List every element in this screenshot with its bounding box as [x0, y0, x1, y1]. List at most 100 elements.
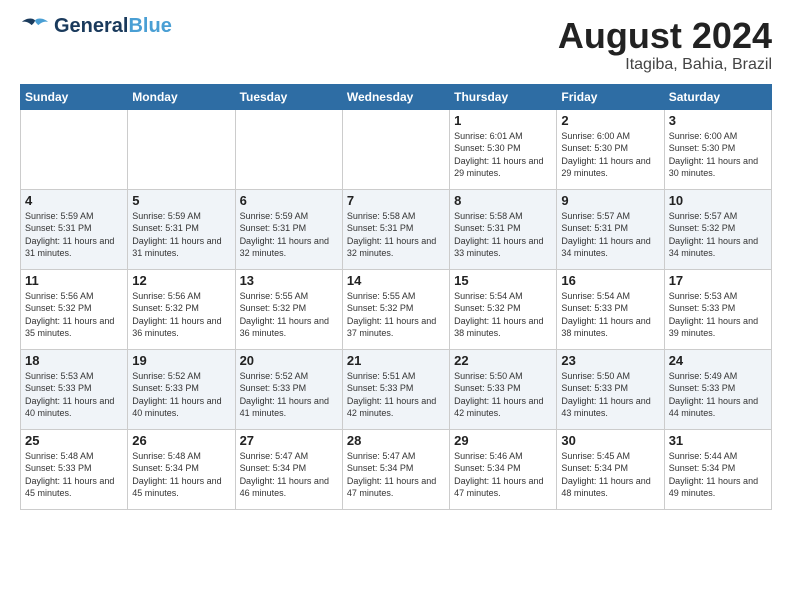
day-info: Sunrise: 5:48 AM Sunset: 5:33 PM Dayligh…: [25, 450, 123, 500]
day-number: 11: [25, 273, 123, 288]
day-number: 10: [669, 193, 767, 208]
day-number: 5: [132, 193, 230, 208]
table-row: 27Sunrise: 5:47 AM Sunset: 5:34 PM Dayli…: [235, 429, 342, 509]
day-info: Sunrise: 5:58 AM Sunset: 5:31 PM Dayligh…: [347, 210, 445, 260]
table-row: 7Sunrise: 5:58 AM Sunset: 5:31 PM Daylig…: [342, 189, 449, 269]
logo-text: GeneralBlue: [54, 16, 172, 36]
table-row: 20 Sunrise: 5:52 AM Sunset: 5:33 PM Dayli…: [235, 349, 342, 429]
day-info: Sunrise: 5:44 AM Sunset: 5:34 PM Dayligh…: [669, 450, 767, 500]
day-info: Sunrise: 6:00 AM Sunset: 5:30 PM Dayligh…: [669, 130, 767, 180]
day-info: Sunrise: 6:01 AM Sunset: 5:30 PM Dayligh…: [454, 130, 552, 180]
page: GeneralBlue August 2024 Itagiba, Bahia, …: [0, 0, 792, 612]
day-number: 17: [669, 273, 767, 288]
day-number: 30: [561, 433, 659, 448]
table-row: 13Sunrise: 5:55 AM Sunset: 5:32 PM Dayli…: [235, 269, 342, 349]
day-info: Sunrise: 5:47 AM Sunset: 5:34 PM Dayligh…: [347, 450, 445, 500]
table-row: 24 Sunrise: 5:49 AM Sunset: 5:33 PM Dayli…: [664, 349, 771, 429]
table-row: 6 Sunrise: 5:59 AM Sunset: 5:31 PM Daylig…: [235, 189, 342, 269]
day-info: Sunrise: 5:52 AM Sunset: 5:33 PM Dayligh…: [240, 370, 338, 420]
table-row: 30Sunrise: 5:45 AM Sunset: 5:34 PM Dayli…: [557, 429, 664, 509]
calendar-week-row: 11 Sunrise: 5:56 AM Sunset: 5:32 PM Dayli…: [21, 269, 772, 349]
day-info: Sunrise: 5:48 AM Sunset: 5:34 PM Dayligh…: [132, 450, 230, 500]
table-row: 9 Sunrise: 5:57 AM Sunset: 5:31 PM Daylig…: [557, 189, 664, 269]
day-info: Sunrise: 5:51 AM Sunset: 5:33 PM Dayligh…: [347, 370, 445, 420]
day-number: 29: [454, 433, 552, 448]
day-info: Sunrise: 5:57 AM Sunset: 5:31 PM Dayligh…: [561, 210, 659, 260]
day-number: 18: [25, 353, 123, 368]
calendar-week-row: 25 Sunrise: 5:48 AM Sunset: 5:33 PM Dayli…: [21, 429, 772, 509]
day-number: 31: [669, 433, 767, 448]
calendar-header-row: Sunday Monday Tuesday Wednesday Thursday…: [21, 84, 772, 109]
table-row: [21, 109, 128, 189]
day-info: Sunrise: 5:50 AM Sunset: 5:33 PM Dayligh…: [561, 370, 659, 420]
table-row: 28 Sunrise: 5:47 AM Sunset: 5:34 PM Dayli…: [342, 429, 449, 509]
day-number: 9: [561, 193, 659, 208]
calendar-week-row: 18 Sunrise: 5:53 AM Sunset: 5:33 PM Dayli…: [21, 349, 772, 429]
table-row: [235, 109, 342, 189]
col-thursday: Thursday: [450, 84, 557, 109]
table-row: [128, 109, 235, 189]
table-row: 1 Sunrise: 6:01 AM Sunset: 5:30 PM Daylig…: [450, 109, 557, 189]
table-row: 25 Sunrise: 5:48 AM Sunset: 5:33 PM Dayli…: [21, 429, 128, 509]
table-row: 31 Sunrise: 5:44 AM Sunset: 5:34 PM Dayli…: [664, 429, 771, 509]
table-row: 3Sunrise: 6:00 AM Sunset: 5:30 PM Daylig…: [664, 109, 771, 189]
table-row: 8 Sunrise: 5:58 AM Sunset: 5:31 PM Daylig…: [450, 189, 557, 269]
table-row: [342, 109, 449, 189]
table-row: 16Sunrise: 5:54 AM Sunset: 5:33 PM Dayli…: [557, 269, 664, 349]
day-number: 12: [132, 273, 230, 288]
col-sunday: Sunday: [21, 84, 128, 109]
day-info: Sunrise: 5:50 AM Sunset: 5:33 PM Dayligh…: [454, 370, 552, 420]
location-subtitle: Itagiba, Bahia, Brazil: [558, 56, 772, 74]
table-row: 11 Sunrise: 5:56 AM Sunset: 5:32 PM Dayli…: [21, 269, 128, 349]
day-info: Sunrise: 5:53 AM Sunset: 5:33 PM Dayligh…: [25, 370, 123, 420]
day-number: 1: [454, 113, 552, 128]
title-area: August 2024 Itagiba, Bahia, Brazil: [558, 16, 772, 74]
day-number: 2: [561, 113, 659, 128]
day-info: Sunrise: 5:53 AM Sunset: 5:33 PM Dayligh…: [669, 290, 767, 340]
day-info: Sunrise: 5:46 AM Sunset: 5:34 PM Dayligh…: [454, 450, 552, 500]
day-info: Sunrise: 5:59 AM Sunset: 5:31 PM Dayligh…: [240, 210, 338, 260]
day-info: Sunrise: 5:59 AM Sunset: 5:31 PM Dayligh…: [25, 210, 123, 260]
day-info: Sunrise: 5:56 AM Sunset: 5:32 PM Dayligh…: [25, 290, 123, 340]
calendar-table: Sunday Monday Tuesday Wednesday Thursday…: [20, 84, 772, 510]
day-info: Sunrise: 5:55 AM Sunset: 5:32 PM Dayligh…: [347, 290, 445, 340]
day-number: 22: [454, 353, 552, 368]
calendar-week-row: 1 Sunrise: 6:01 AM Sunset: 5:30 PM Daylig…: [21, 109, 772, 189]
table-row: 22 Sunrise: 5:50 AM Sunset: 5:33 PM Dayli…: [450, 349, 557, 429]
day-number: 15: [454, 273, 552, 288]
day-info: Sunrise: 5:58 AM Sunset: 5:31 PM Dayligh…: [454, 210, 552, 260]
logo: GeneralBlue: [20, 16, 172, 36]
day-number: 25: [25, 433, 123, 448]
col-monday: Monday: [128, 84, 235, 109]
logo-general: General: [54, 15, 128, 37]
day-number: 28: [347, 433, 445, 448]
day-number: 19: [132, 353, 230, 368]
table-row: 19Sunrise: 5:52 AM Sunset: 5:33 PM Dayli…: [128, 349, 235, 429]
day-number: 8: [454, 193, 552, 208]
day-number: 24: [669, 353, 767, 368]
month-year-title: August 2024: [558, 16, 772, 56]
table-row: 14Sunrise: 5:55 AM Sunset: 5:32 PM Dayli…: [342, 269, 449, 349]
table-row: 2 Sunrise: 6:00 AM Sunset: 5:30 PM Daylig…: [557, 109, 664, 189]
day-number: 23: [561, 353, 659, 368]
table-row: 12 Sunrise: 5:56 AM Sunset: 5:32 PM Dayli…: [128, 269, 235, 349]
col-friday: Friday: [557, 84, 664, 109]
day-number: 26: [132, 433, 230, 448]
table-row: 4Sunrise: 5:59 AM Sunset: 5:31 PM Daylig…: [21, 189, 128, 269]
day-info: Sunrise: 5:49 AM Sunset: 5:33 PM Dayligh…: [669, 370, 767, 420]
table-row: 17 Sunrise: 5:53 AM Sunset: 5:33 PM Dayli…: [664, 269, 771, 349]
table-row: 23 Sunrise: 5:50 AM Sunset: 5:33 PM Dayli…: [557, 349, 664, 429]
logo-bird-icon: [20, 17, 50, 35]
day-info: Sunrise: 5:56 AM Sunset: 5:32 PM Dayligh…: [132, 290, 230, 340]
day-info: Sunrise: 5:55 AM Sunset: 5:32 PM Dayligh…: [240, 290, 338, 340]
day-number: 6: [240, 193, 338, 208]
table-row: 10Sunrise: 5:57 AM Sunset: 5:32 PM Dayli…: [664, 189, 771, 269]
day-info: Sunrise: 5:54 AM Sunset: 5:33 PM Dayligh…: [561, 290, 659, 340]
table-row: 5Sunrise: 5:59 AM Sunset: 5:31 PM Daylig…: [128, 189, 235, 269]
logo-blue: Blue: [128, 15, 171, 37]
table-row: 15Sunrise: 5:54 AM Sunset: 5:32 PM Dayli…: [450, 269, 557, 349]
day-number: 27: [240, 433, 338, 448]
day-number: 20: [240, 353, 338, 368]
table-row: 18 Sunrise: 5:53 AM Sunset: 5:33 PM Dayli…: [21, 349, 128, 429]
day-info: Sunrise: 6:00 AM Sunset: 5:30 PM Dayligh…: [561, 130, 659, 180]
